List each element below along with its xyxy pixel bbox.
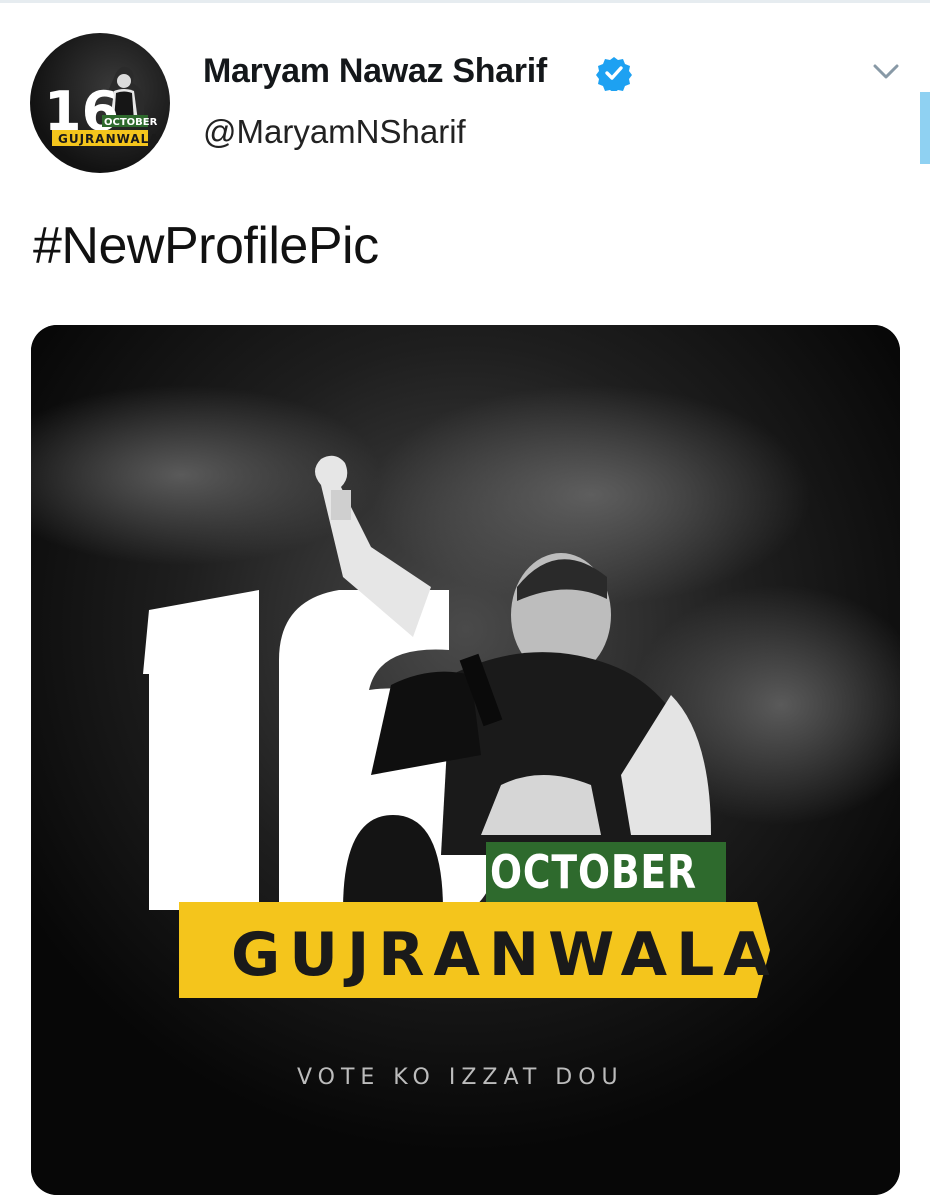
tweet-media-image[interactable]: OCTOBER GUJRANWALA VOTE KO IZZAT DOU (31, 325, 900, 1195)
avatar-graphic: 16 OCTOBER GUJRANWALA (44, 66, 160, 146)
author-handle[interactable]: @MaryamNSharif (203, 113, 466, 151)
gujranwala-text: GUJRANWALA (231, 920, 779, 990)
verified-badge-icon (596, 57, 632, 91)
avatar-month-text: OCTOBER (104, 117, 158, 128)
chevron-down-icon[interactable] (870, 60, 902, 84)
avatar-city-text: GUJRANWALA (58, 132, 160, 146)
october-text: OCTOBER (490, 845, 697, 899)
top-divider (0, 0, 930, 3)
slogan-text: VOTE KO IZZAT DOU (297, 1065, 624, 1090)
avatar[interactable]: 16 OCTOBER GUJRANWALA (30, 33, 170, 173)
author-name[interactable]: Maryam Nawaz Sharif (203, 52, 547, 91)
side-accent-bar (920, 92, 930, 164)
tweet-text: #NewProfilePic (33, 217, 379, 275)
